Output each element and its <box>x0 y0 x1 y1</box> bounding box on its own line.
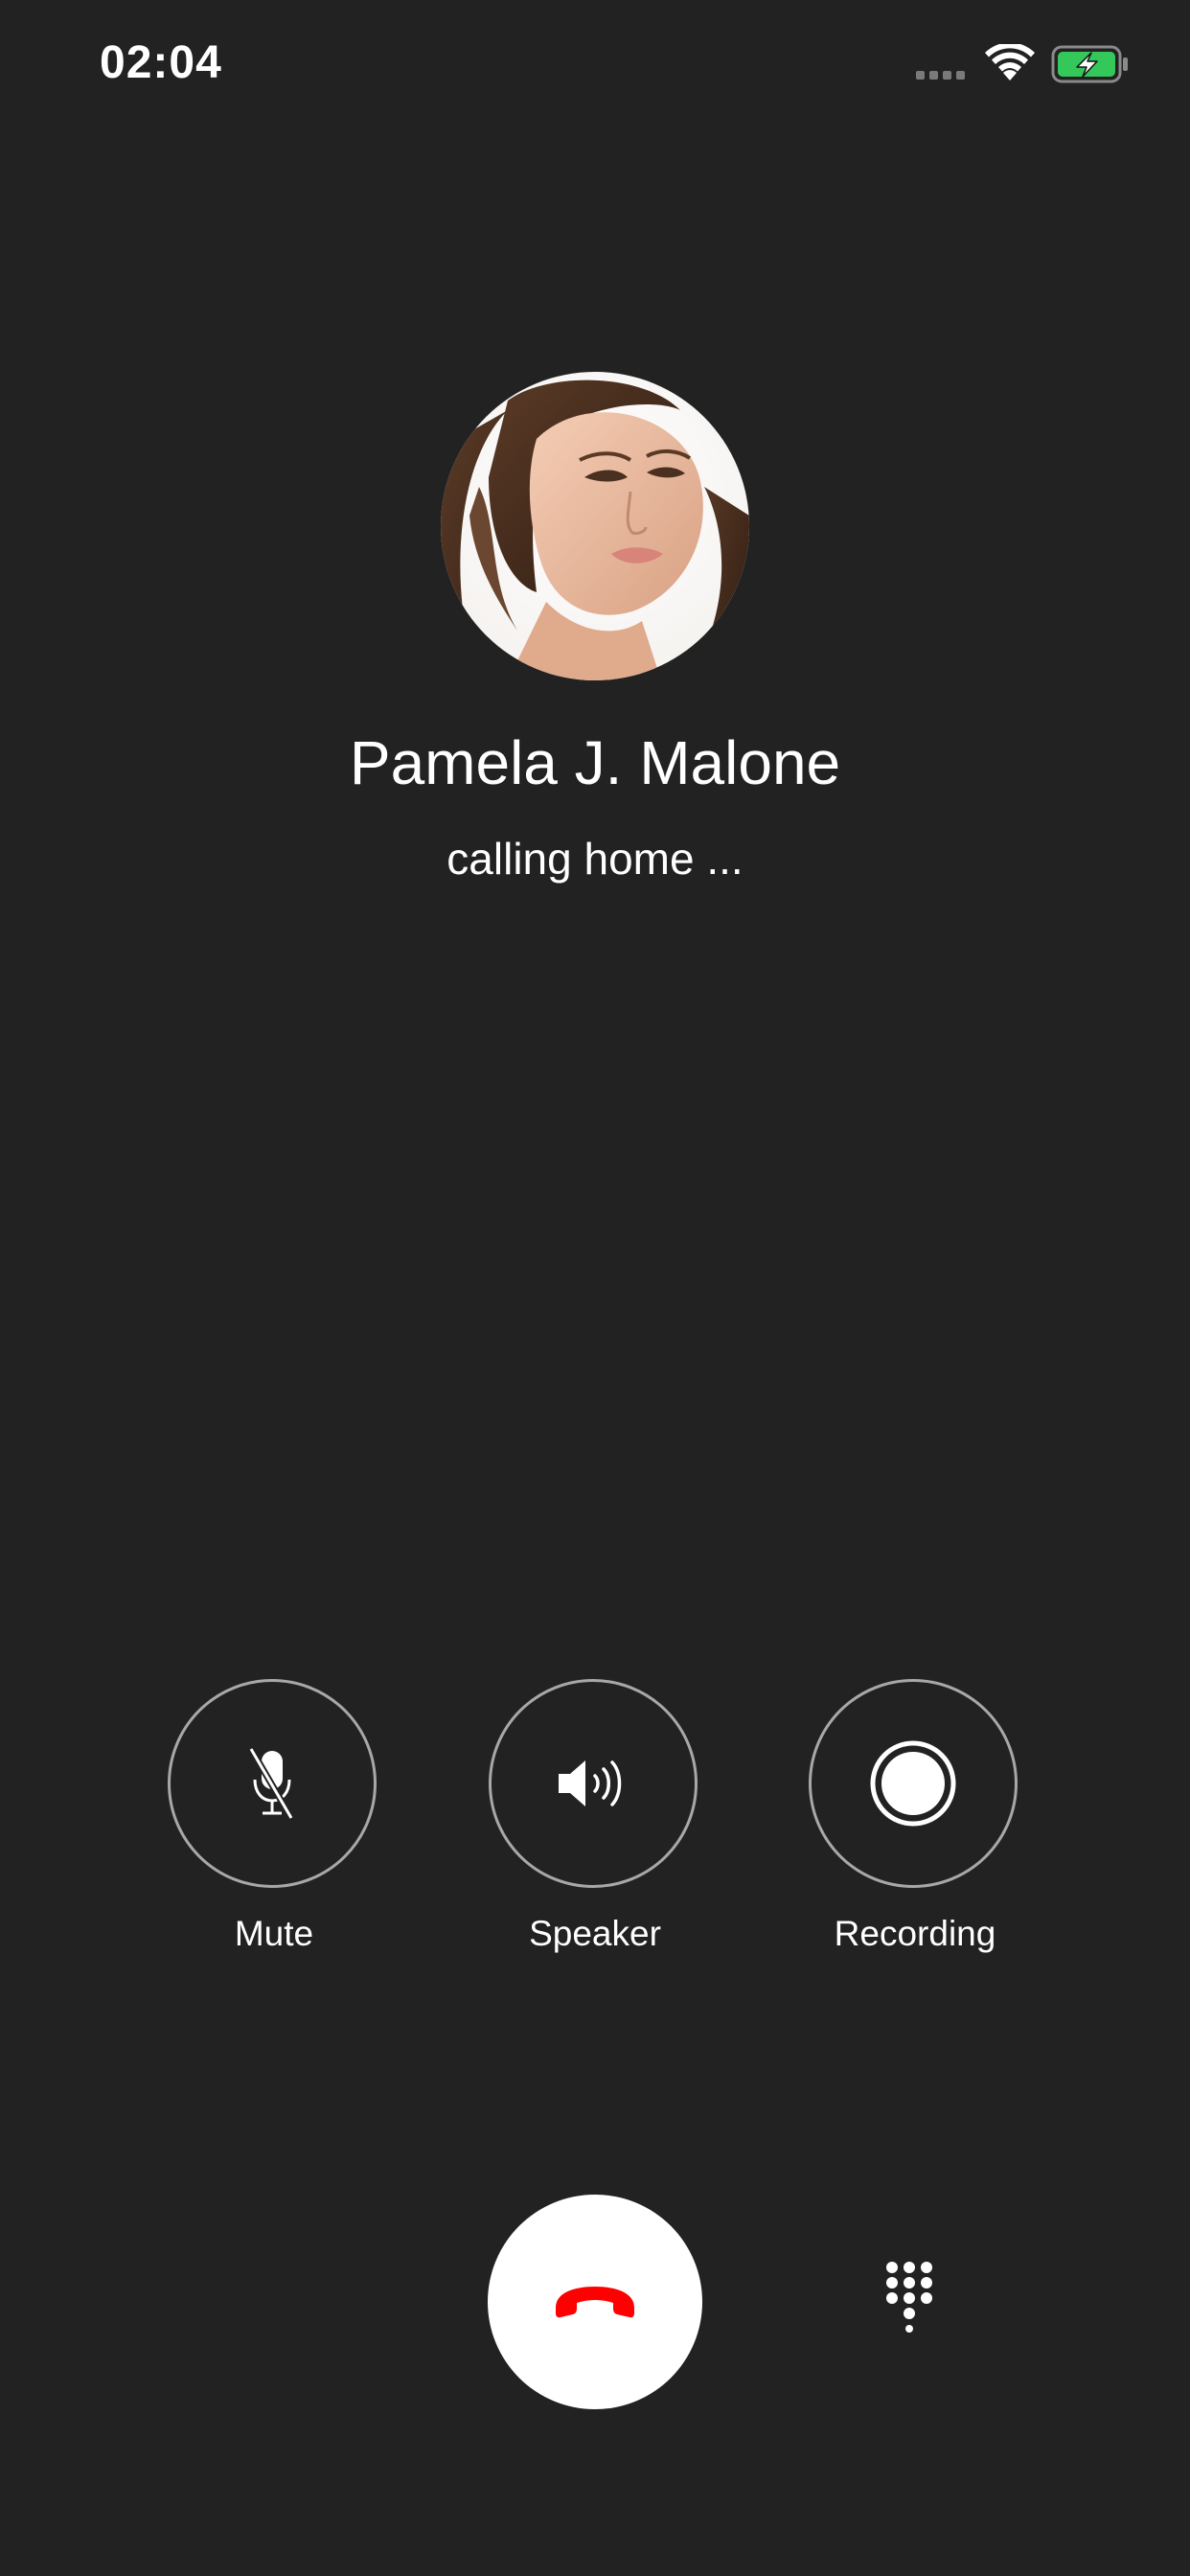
caller-avatar <box>441 372 749 680</box>
record-icon <box>870 1740 956 1827</box>
status-bar: 02:04 <box>0 0 1190 134</box>
microphone-off-icon <box>247 1747 295 1820</box>
speaker-button[interactable] <box>489 1679 698 1888</box>
mute-button[interactable] <box>168 1679 377 1888</box>
keypad-button[interactable] <box>881 2260 949 2336</box>
wifi-icon <box>985 44 1035 80</box>
end-call-button[interactable] <box>488 2195 702 2409</box>
recording-label: Recording <box>834 1914 996 1953</box>
speaker-icon <box>559 1760 622 1806</box>
keypad-icon <box>886 2262 932 2333</box>
end-call-icon <box>556 2287 634 2318</box>
call-status: calling home ... <box>446 834 744 884</box>
call-controls: Mute Speaker Recording <box>0 1679 1190 1966</box>
signal-icon <box>916 71 965 80</box>
recording-button[interactable] <box>809 1679 1018 1888</box>
battery-charging-icon <box>1051 45 1128 83</box>
status-time: 02:04 <box>100 37 222 88</box>
mute-label: Mute <box>234 1914 314 1953</box>
caller-name: Pamela J. Malone <box>349 728 841 797</box>
speaker-label: Speaker <box>529 1914 661 1953</box>
